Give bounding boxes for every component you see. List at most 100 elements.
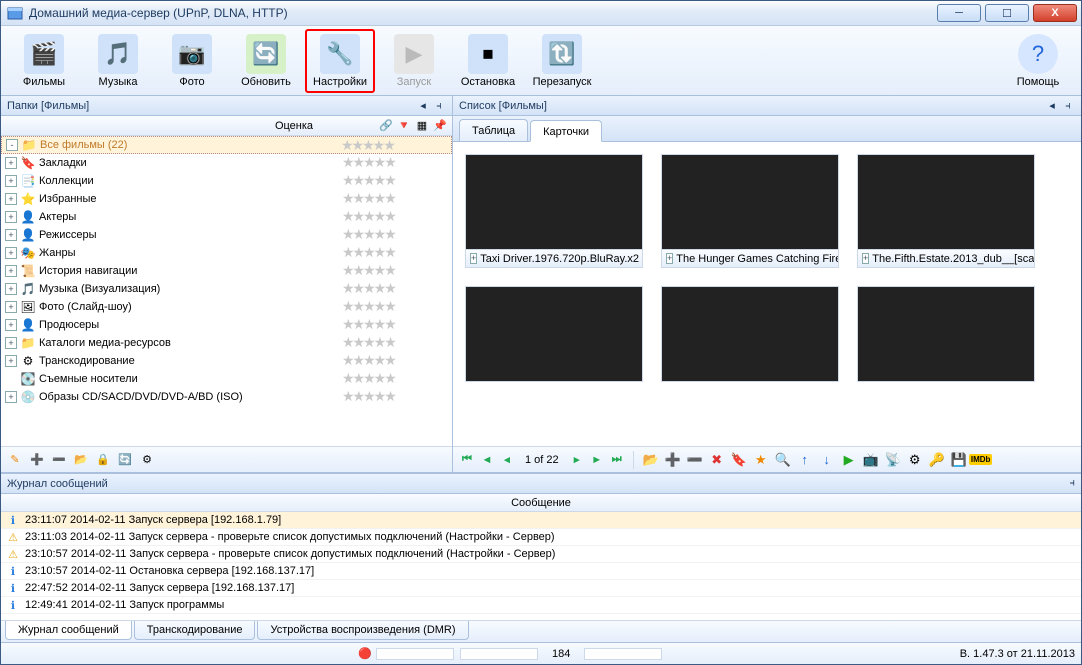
expand-icon[interactable]: + [5,193,17,205]
tree-row[interactable]: +🎭Жанры★★★★★ [1,244,452,262]
expand-icon[interactable]: + [5,283,17,295]
log-column-header[interactable]: Сообщение [1,494,1081,512]
fwd-icon[interactable]: ▸ [569,453,585,466]
folder-refresh-icon[interactable]: 🔄 [117,452,133,468]
rating-stars[interactable]: ★★★★★ [342,208,452,225]
rating-stars[interactable]: ★★★★★ [342,298,452,315]
add-file-icon[interactable]: ➕ [664,451,682,469]
expand-icon[interactable]: + [5,301,17,313]
tree-tool-view-icon[interactable]: ▦ [414,118,430,134]
first-icon[interactable]: ⏮ [459,453,475,466]
movie-thumbnail[interactable] [465,286,643,382]
movie-thumbnail[interactable] [857,154,1035,250]
rating-stars[interactable]: ★★★★★ [342,262,452,279]
movie-card[interactable]: +The.Fifth.Estate.2013_dub__[sca [857,154,1035,268]
log-row[interactable]: ⚠23:11:03 2014-02-11 Запуск сервера - пр… [1,529,1081,546]
tree-row[interactable]: +📁Каталоги медиа-ресурсов★★★★★ [1,334,452,352]
photo-button[interactable]: 📷 Фото [157,29,227,93]
movie-thumbnail[interactable] [661,286,839,382]
rating-stars[interactable]: ★★★★★ [342,316,452,333]
rating-stars[interactable]: ★★★★★ [342,280,452,297]
folder-props-icon[interactable]: ⚙ [139,452,155,468]
expand-icon[interactable]: + [5,391,17,403]
sort-asc-icon[interactable]: ↑ [796,451,814,469]
tree-row[interactable]: +🖼Фото (Слайд-шоу)★★★★★ [1,298,452,316]
rating-stars[interactable]: ★★★★★ [342,388,452,405]
tree-row[interactable]: -📁Все фильмы (22)★★★★★ [1,136,452,154]
save-icon[interactable]: 💾 [950,451,968,469]
movie-card[interactable]: +Taxi Driver.1976.720p.BluRay.x2 [465,154,643,268]
tree-row[interactable]: +⭐Избранные★★★★★ [1,190,452,208]
expand-icon[interactable]: - [6,139,18,151]
rating-stars[interactable]: ★★★★★ [342,352,452,369]
tree-row[interactable]: +📑Коллекции★★★★★ [1,172,452,190]
folder-open-icon[interactable]: 📂 [73,452,89,468]
tree-row[interactable]: +🔖Закладки★★★★★ [1,154,452,172]
rating-stars[interactable]: ★★★★★ [342,226,452,243]
tree-tool-pin-icon[interactable]: 📌 [432,118,448,134]
edit-icon[interactable]: ✎ [7,452,23,468]
collapse-left-icon[interactable]: ◂ [416,99,430,113]
start-button[interactable]: ▶ Запуск [379,29,449,93]
tab-cards[interactable]: Карточки [530,120,602,142]
tab-log[interactable]: Журнал сообщений [5,621,132,640]
expand-icon[interactable]: + [5,157,17,169]
bookmark-icon[interactable]: 🔖 [730,451,748,469]
add-icon[interactable]: ➕ [29,452,45,468]
sort-desc-icon[interactable]: ↓ [818,451,836,469]
remove-icon[interactable]: ➖ [51,452,67,468]
refresh-button[interactable]: 🔄 Обновить [231,29,301,93]
restart-button[interactable]: 🔃 Перезапуск [527,29,597,93]
key-icon[interactable]: 🔑 [928,451,946,469]
search-icon[interactable]: 🔍 [774,451,792,469]
expand-icon[interactable]: + [5,175,17,187]
open-folder-icon[interactable]: 📂 [642,451,660,469]
tree-row[interactable]: +⚙Транскодирование★★★★★ [1,352,452,370]
movie-card[interactable] [465,286,643,382]
rating-stars[interactable]: ★★★★★ [342,370,452,387]
folder-tree[interactable]: -📁Все фильмы (22)★★★★★+🔖Закладки★★★★★+📑К… [1,136,452,446]
movie-thumbnail[interactable] [661,154,839,250]
rating-stars[interactable]: ★★★★★ [342,172,452,189]
gear-icon[interactable]: ⚙ [906,451,924,469]
tree-row[interactable]: +👤Режиссеры★★★★★ [1,226,452,244]
delete-icon[interactable]: ✖ [708,451,726,469]
collapse-right-icon[interactable]: ◂ [1045,99,1059,113]
movie-card[interactable]: +The Hunger Games Catching Fire. [661,154,839,268]
pin-right-icon[interactable]: ⫞ [1061,99,1075,113]
rating-stars[interactable]: ★★★★★ [342,190,452,207]
log-pin-icon[interactable]: ⫞ [1070,477,1076,490]
log-row[interactable]: ℹ12:49:41 2014-02-11 Запуск программы [1,597,1081,614]
movie-thumbnail[interactable] [465,154,643,250]
maximize-button[interactable]: ☐ [985,4,1029,22]
cards-area[interactable]: +Taxi Driver.1976.720p.BluRay.x2+The Hun… [453,142,1081,446]
tab-transcoding[interactable]: Транскодирование [134,621,256,640]
last-icon[interactable]: ⏭ [609,453,625,466]
movie-thumbnail[interactable] [857,286,1035,382]
expand-icon[interactable]: + [862,253,869,264]
remove-file-icon[interactable]: ➖ [686,451,704,469]
rating-stars[interactable]: ★★★★★ [342,334,452,351]
pin-icon[interactable]: ⫞ [432,99,446,113]
tab-dmr[interactable]: Устройства воспроизведения (DMR) [257,621,468,640]
next-icon[interactable]: ► [589,454,605,466]
films-button[interactable]: 🎬 Фильмы [9,29,79,93]
tree-tool-filter-icon[interactable]: 🔻 [396,118,412,134]
back-icon[interactable]: ◂ [499,453,515,466]
expand-icon[interactable]: + [5,319,17,331]
tab-table[interactable]: Таблица [459,119,528,141]
expand-icon[interactable]: + [470,253,477,264]
log-row[interactable]: ⚠23:10:57 2014-02-11 Запуск сервера - пр… [1,546,1081,563]
movie-card[interactable] [857,286,1035,382]
stop-button[interactable]: ⏹ Остановка [453,29,523,93]
play-icon[interactable]: ▶ [840,451,858,469]
tree-col-rating[interactable]: Оценка [234,120,354,132]
log-list[interactable]: ℹ23:11:07 2014-02-11 Запуск сервера [192… [1,512,1081,620]
expand-icon[interactable]: + [5,265,17,277]
tree-row[interactable]: +💿Образы CD/SACD/DVD/DVD-A/BD (ISO)★★★★★ [1,388,452,406]
expand-icon[interactable]: + [5,355,17,367]
expand-icon[interactable]: + [5,337,17,349]
tree-row[interactable]: +📜История навигации★★★★★ [1,262,452,280]
tree-row[interactable]: +👤Актеры★★★★★ [1,208,452,226]
close-button[interactable]: X [1033,4,1077,22]
